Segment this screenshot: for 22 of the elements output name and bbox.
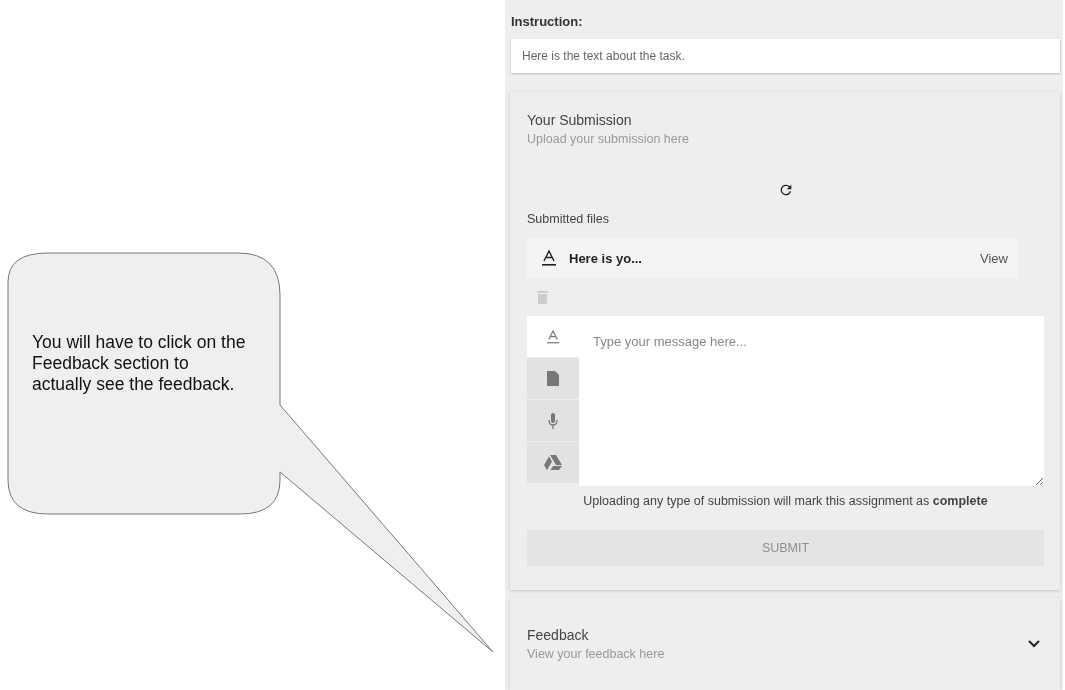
file-icon (547, 371, 559, 386)
section-title: Your Submission (527, 112, 633, 128)
files-label: Submitted files (527, 212, 610, 226)
triangle-logo-icon (544, 455, 562, 470)
mic-tool-button[interactable] (527, 400, 579, 441)
message-field[interactable]: Type your message here... (579, 316, 1044, 486)
file-name: Here is yo... (569, 250, 643, 266)
text-format-icon (542, 250, 556, 266)
file-tool-button[interactable] (527, 358, 579, 399)
completion-note: Uploading any type of submission will mark this assignment as complete (582, 494, 989, 508)
microphone-icon (548, 412, 558, 429)
callout-text: You will have to click on the Feedback section to actually see the feedback. (32, 332, 247, 395)
chevron-icon[interactable] (1028, 640, 1040, 648)
view-link[interactable]: View (980, 250, 1008, 266)
section-title: Feedback (527, 627, 590, 643)
feedback-card[interactable]: Feedback View your feedback here (510, 598, 1060, 690)
section-subtitle: View your feedback here (527, 647, 665, 661)
instruction-box: Here is the text about the task. (511, 39, 1060, 73)
drive-tool-button[interactable] (527, 442, 579, 483)
instruction-label: Instruction: (510, 13, 584, 31)
section-subtitle: Upload your submission here (527, 132, 690, 146)
text-format-icon (547, 329, 559, 344)
